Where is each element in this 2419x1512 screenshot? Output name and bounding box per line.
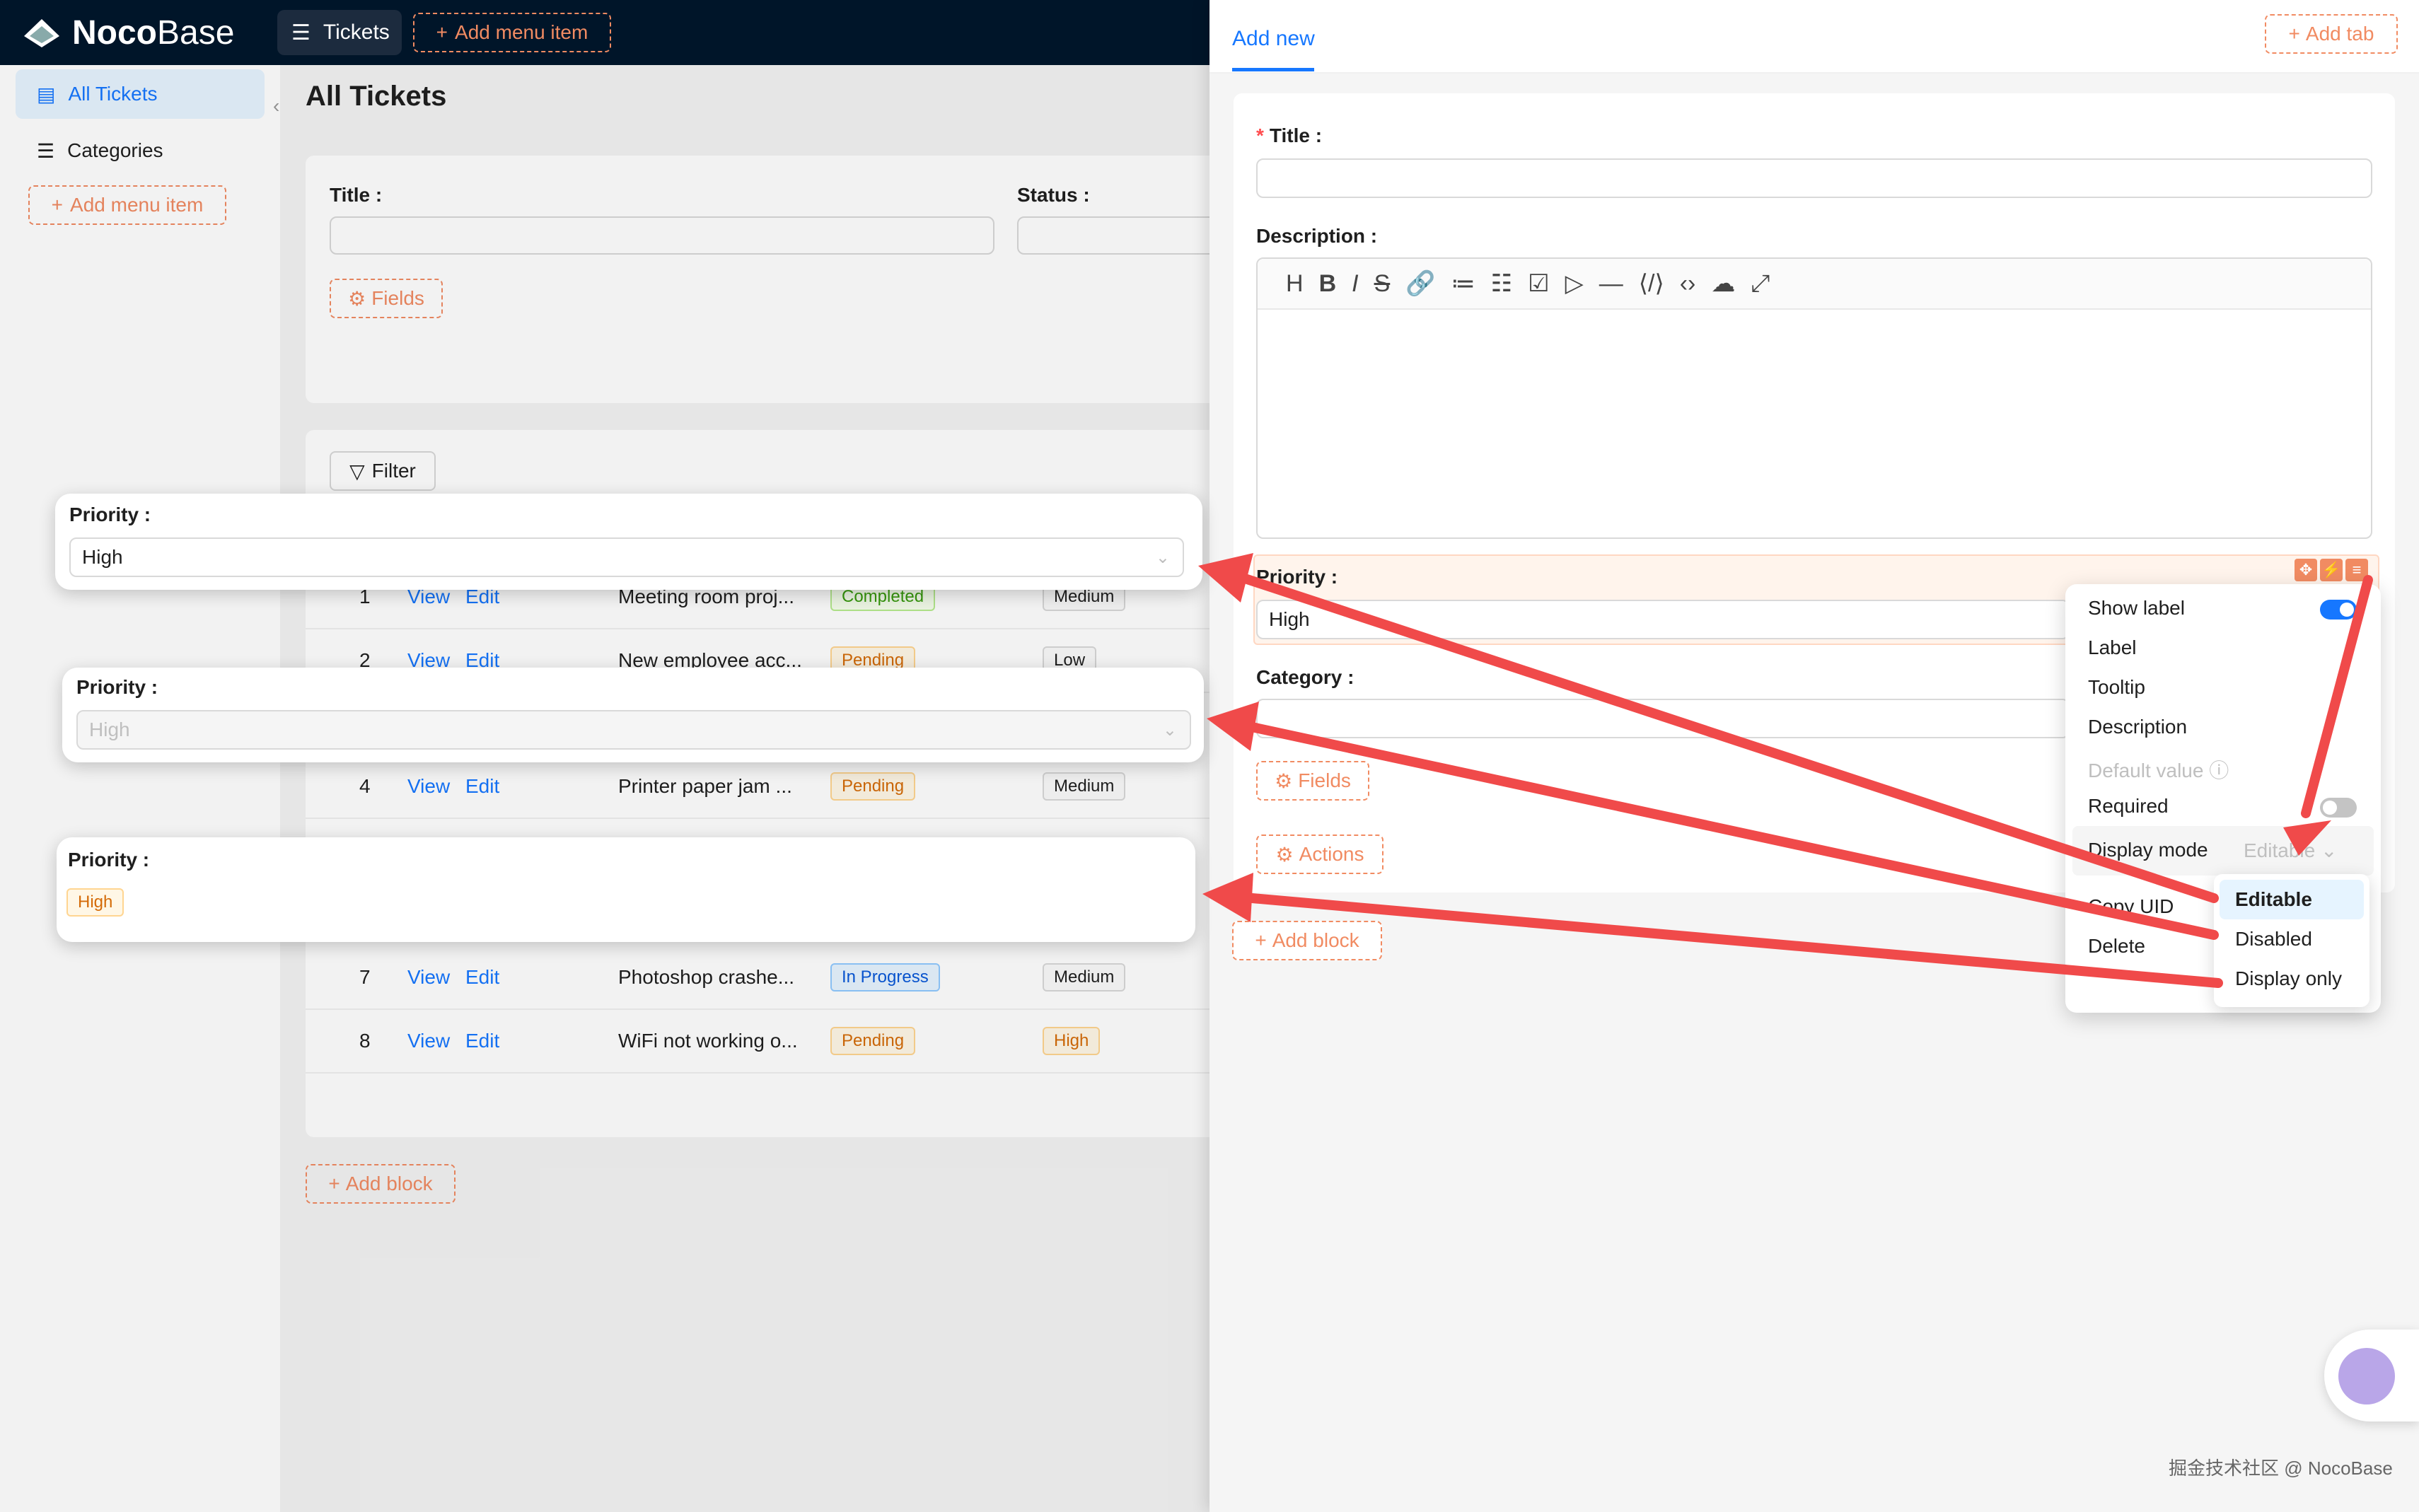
annotation-arrows xyxy=(1198,553,2373,988)
assistant-avatar-icon xyxy=(2338,1348,2395,1405)
arrowhead-editable xyxy=(1198,553,1253,603)
arrowhead-required xyxy=(2283,820,2331,856)
arrowhead-display-only xyxy=(1202,873,1253,922)
watermark: 掘金技术社区 @ NocoBase xyxy=(2169,1458,2393,1479)
arrow-to-disabled-example xyxy=(1247,722,2219,940)
arrow-to-display-only-example xyxy=(1247,893,2223,988)
arrow-to-required xyxy=(2301,575,2373,818)
arrowhead-disabled xyxy=(1207,702,1259,751)
arrow-to-editable-example xyxy=(1240,574,2219,903)
